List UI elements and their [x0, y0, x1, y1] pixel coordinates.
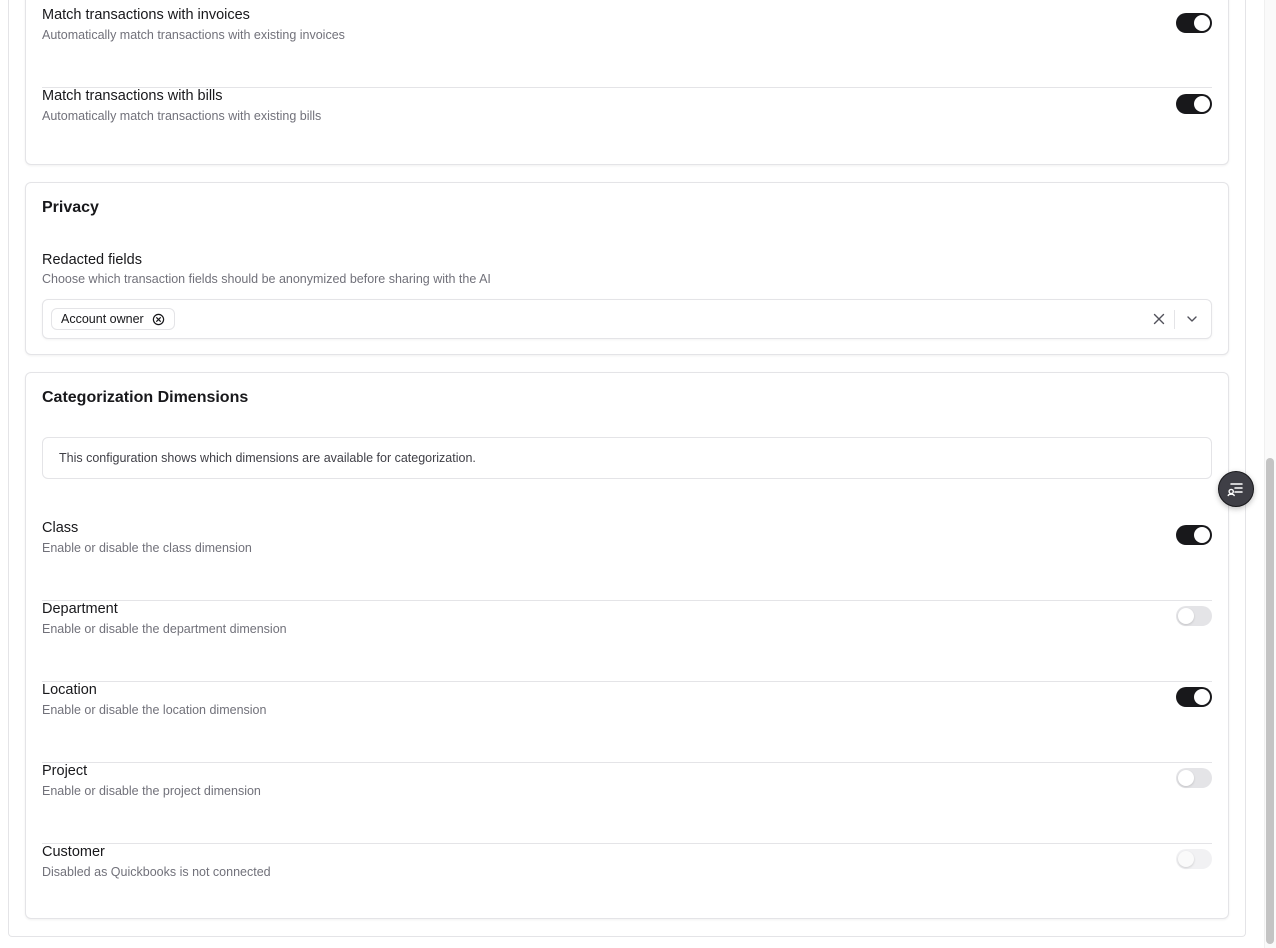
- dimension-row-department: Department Enable or disable the departm…: [42, 601, 1212, 682]
- scrollbar-thumb[interactable]: [1266, 458, 1274, 944]
- toggle-knob: [1178, 608, 1194, 624]
- customer-toggle: [1176, 849, 1212, 869]
- class-toggle[interactable]: [1176, 525, 1212, 545]
- redacted-fields-description: Choose which transaction fields should b…: [42, 272, 491, 286]
- toggle-knob: [1194, 15, 1210, 31]
- info-box: This configuration shows which dimension…: [42, 437, 1212, 479]
- toggle-knob: [1178, 851, 1194, 867]
- dimension-row-project: Project Enable or disable the project di…: [42, 763, 1212, 844]
- x-icon[interactable]: [1151, 311, 1167, 327]
- toggle-knob: [1194, 527, 1210, 543]
- dimension-row-class: Class Enable or disable the class dimens…: [42, 520, 1212, 601]
- circle-x-icon[interactable]: [152, 312, 166, 326]
- toggle-knob: [1194, 96, 1210, 112]
- redacted-fields-select[interactable]: Account owner: [42, 299, 1212, 339]
- selected-chip: Account owner: [51, 308, 175, 330]
- divider: [1174, 310, 1175, 329]
- setting-row-match-invoices: Match transactions with invoices Automat…: [42, 7, 1212, 88]
- setting-title: Match transactions with bills: [42, 88, 223, 104]
- setting-title: Match transactions with invoices: [42, 7, 250, 23]
- setting-title: Customer: [42, 844, 105, 860]
- privacy-card: Privacy Redacted fields Choose which tra…: [25, 182, 1229, 355]
- setting-description: Enable or disable the location dimension: [42, 703, 267, 717]
- setting-description: Disabled as Quickbooks is not connected: [42, 865, 271, 879]
- setting-description: Enable or disable the project dimension: [42, 784, 261, 798]
- redacted-fields-label: Redacted fields: [42, 252, 142, 268]
- setting-description: Automatically match transactions with ex…: [42, 28, 345, 42]
- setting-title: Project: [42, 763, 88, 779]
- toggle-knob: [1194, 689, 1210, 705]
- setting-description: Automatically match transactions with ex…: [42, 109, 322, 123]
- setting-description: Enable or disable the department dimensi…: [42, 622, 287, 636]
- match-bills-toggle[interactable]: [1176, 94, 1212, 114]
- chip-label: Account owner: [61, 312, 144, 326]
- list-settings-icon[interactable]: [1218, 471, 1254, 507]
- card-title: Categorization Dimensions: [42, 389, 249, 406]
- dimensions-card: Categorization Dimensions This configura…: [25, 372, 1229, 919]
- dimension-row-customer: Customer Disabled as Quickbooks is not c…: [42, 844, 1212, 925]
- match-invoices-toggle[interactable]: [1176, 13, 1212, 33]
- card-title: Privacy: [42, 199, 99, 216]
- setting-description: Enable or disable the class dimension: [42, 541, 252, 555]
- department-toggle[interactable]: [1176, 606, 1212, 626]
- setting-row-match-bills: Match transactions with bills Automatica…: [42, 88, 1212, 169]
- setting-title: Location: [42, 682, 97, 698]
- toggle-knob: [1178, 770, 1194, 786]
- setting-title: Department: [42, 601, 118, 617]
- matching-card: Match transactions with invoices Automat…: [25, 0, 1229, 165]
- location-toggle[interactable]: [1176, 687, 1212, 707]
- setting-title: Class: [42, 520, 79, 536]
- dimension-row-location: Location Enable or disable the location …: [42, 682, 1212, 763]
- chevron-down-icon[interactable]: [1185, 312, 1199, 326]
- project-toggle[interactable]: [1176, 768, 1212, 788]
